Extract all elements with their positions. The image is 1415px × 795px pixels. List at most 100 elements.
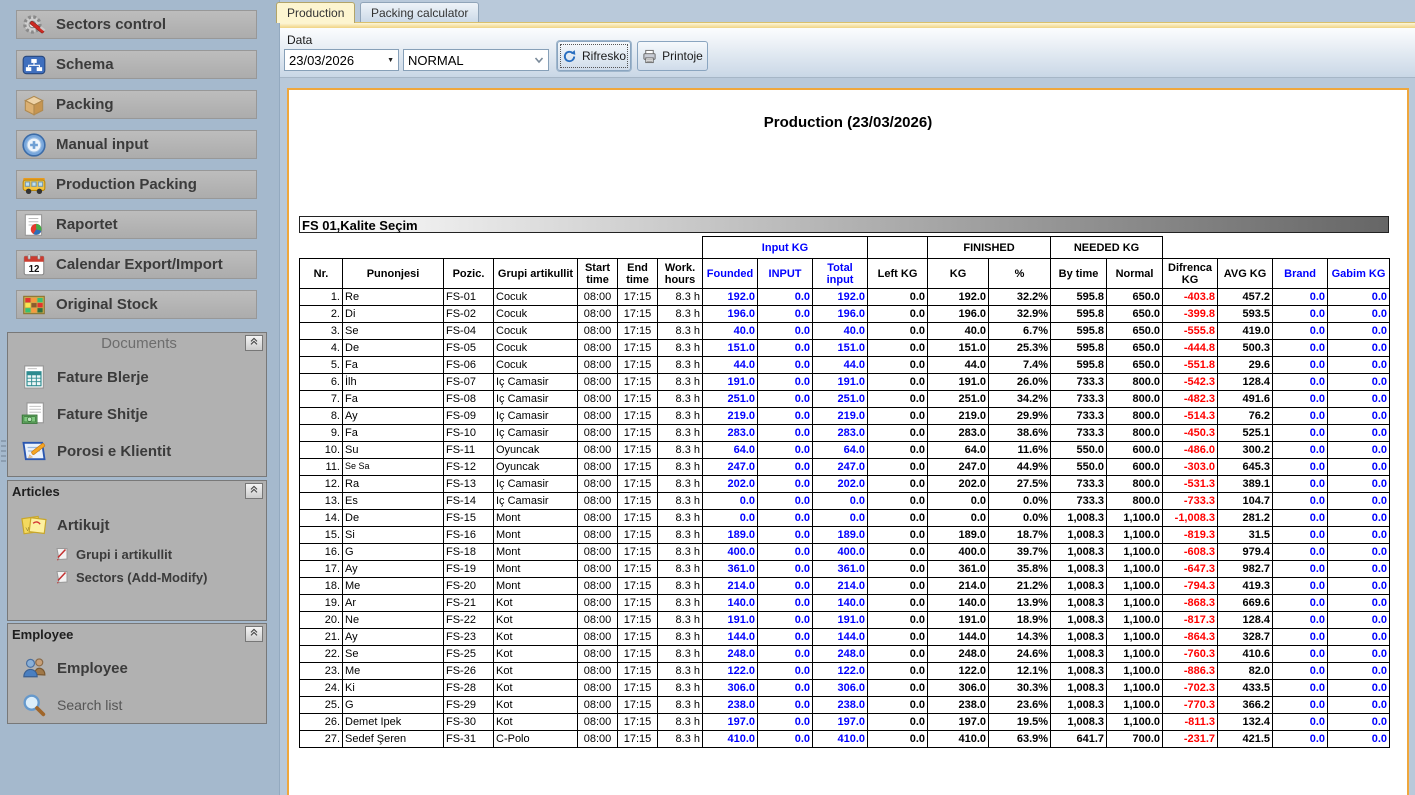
sidebar-item-search-list[interactable]: Search list — [20, 691, 266, 719]
column-header-work_hours: Work. hours — [658, 259, 703, 289]
cell-by_time: 595.8 — [1051, 323, 1107, 340]
cell-pozic: FS-01 — [444, 289, 494, 306]
cell-brand: 0.0 — [1273, 697, 1328, 714]
cell-kg: 140.0 — [928, 595, 989, 612]
sidebar-item-fature-blerje[interactable]: Fature Blerje — [20, 363, 266, 391]
order-notepad-icon — [20, 437, 48, 465]
cell-grupi_artikullit: Oyuncak — [494, 442, 578, 459]
sidebar-button-production-packing[interactable]: Production Packing — [16, 170, 257, 199]
date-picker[interactable]: 23/03/2026 ▼ — [284, 49, 399, 71]
sidebar-item-label: Fature Blerje — [57, 369, 149, 386]
cell-total_input: 191.0 — [813, 612, 868, 629]
collapse-section-button[interactable] — [245, 483, 263, 499]
sidebar-button-schema[interactable]: Schema — [16, 50, 257, 79]
cell-by_time: 550.0 — [1051, 442, 1107, 459]
cell-pct: 21.2% — [989, 578, 1051, 595]
cell-input: 0.0 — [758, 323, 813, 340]
cell-start_time: 08:00 — [578, 714, 618, 731]
cell-left_kg: 0.0 — [868, 459, 928, 476]
column-header-kg: KG — [928, 259, 989, 289]
cell-founded: 64.0 — [703, 442, 758, 459]
sidebar-item-artikujt[interactable]: VEZEArtikujt — [20, 511, 266, 539]
cell-pct: 32.9% — [989, 306, 1051, 323]
cell-normal: 1,100.0 — [1107, 629, 1163, 646]
section-header-documents: Documents — [8, 333, 266, 354]
cell-grupi_artikullit: Kot — [494, 595, 578, 612]
cell-end_time: 17:15 — [618, 595, 658, 612]
table-row: 8.AyFS-09Iç Camasir08:0017:158.3 h219.00… — [300, 408, 1390, 425]
cell-pozic: FS-08 — [444, 391, 494, 408]
cell-avg_kg: 421.5 — [1218, 731, 1273, 748]
cell-normal: 1,100.0 — [1107, 697, 1163, 714]
dropdown-arrow-icon[interactable]: ▼ — [387, 57, 394, 64]
cell-input: 0.0 — [758, 731, 813, 748]
cell-grupi_artikullit: Iç Camasir — [494, 425, 578, 442]
print-button[interactable]: Printoje — [637, 41, 708, 71]
cell-nr: 17. — [300, 561, 343, 578]
cell-input: 0.0 — [758, 289, 813, 306]
cell-pct: 6.7% — [989, 323, 1051, 340]
cell-input: 0.0 — [758, 595, 813, 612]
cell-input: 0.0 — [758, 612, 813, 629]
column-header-total_input: Total input — [813, 259, 868, 289]
sidebar-section-articles: Articles VEZEArtikujt Grupi i artikullit Se… — [7, 480, 267, 621]
cell-avg_kg: 525.1 — [1218, 425, 1273, 442]
package-icon — [21, 92, 47, 118]
cell-punonjesi: G — [343, 697, 444, 714]
refresh-button[interactable]: Rifresko — [557, 41, 631, 71]
tab-packing-calculator[interactable]: Packing calculator — [360, 2, 479, 22]
sidebar-item-grupi-i-artikullit[interactable]: Grupi i artikullit — [54, 546, 266, 562]
cell-pct: 0.0% — [989, 493, 1051, 510]
cell-pozic: FS-31 — [444, 731, 494, 748]
sidebar-button-original-stock[interactable]: Original Stock — [16, 290, 257, 319]
collapse-section-button[interactable] — [245, 335, 263, 351]
cell-kg: 248.0 — [928, 646, 989, 663]
section-title: Articles — [8, 481, 266, 499]
cell-by_time: 1,008.3 — [1051, 629, 1107, 646]
mode-select[interactable]: NORMAL — [403, 49, 549, 71]
tab-production[interactable]: Production — [276, 2, 355, 23]
sidebar-button-manual-input[interactable]: Manual input — [16, 130, 257, 159]
cell-gabim_kg: 0.0 — [1328, 289, 1390, 306]
cell-nr: 1. — [300, 289, 343, 306]
cell-pct: 32.2% — [989, 289, 1051, 306]
sidebar-item-fature-shitje[interactable]: Fature Shitje — [20, 400, 266, 428]
cell-start_time: 08:00 — [578, 612, 618, 629]
cell-left_kg: 0.0 — [868, 476, 928, 493]
splitter-grip[interactable] — [1, 440, 6, 464]
cell-input: 0.0 — [758, 493, 813, 510]
cell-work_hours: 8.3 h — [658, 408, 703, 425]
sidebar-button-calendar-export-import[interactable]: 12Calendar Export/Import — [16, 250, 257, 279]
sidebar-item-porosi-e-klientit[interactable]: Porosi e Klientit — [20, 437, 266, 465]
sidebar-item-sectors-add-modify[interactable]: Sectors (Add-Modify) — [54, 569, 266, 585]
sidebar-item-label: Fature Shitje — [57, 406, 148, 423]
cell-start_time: 08:00 — [578, 289, 618, 306]
chevron-double-up-icon — [248, 482, 260, 500]
cell-nr: 23. — [300, 663, 343, 680]
cell-kg: 202.0 — [928, 476, 989, 493]
sidebar-button-sectors-control[interactable]: Sectors control — [16, 10, 257, 39]
cell-punonjesi: Fa — [343, 391, 444, 408]
cell-punonjesi: İlh — [343, 374, 444, 391]
cell-start_time: 08:00 — [578, 425, 618, 442]
table-row: 1.ReFS-01Cocuk08:0017:158.3 h192.00.0192… — [300, 289, 1390, 306]
cell-difrenca_kg: -819.3 — [1163, 527, 1218, 544]
cell-difrenca_kg: -531.3 — [1163, 476, 1218, 493]
sidebar-item-employee[interactable]: Employee — [20, 654, 266, 682]
cell-start_time: 08:00 — [578, 493, 618, 510]
cell-brand: 0.0 — [1273, 459, 1328, 476]
cell-start_time: 08:00 — [578, 731, 618, 748]
cell-difrenca_kg: -450.3 — [1163, 425, 1218, 442]
chevron-down-icon[interactable] — [533, 54, 545, 66]
cell-total_input: 0.0 — [813, 493, 868, 510]
sidebar-button-raportet[interactable]: Raportet — [16, 210, 257, 239]
cell-kg: 219.0 — [928, 408, 989, 425]
column-header-input: INPUT — [758, 259, 813, 289]
collapse-section-button[interactable] — [245, 626, 263, 642]
cell-founded: 361.0 — [703, 561, 758, 578]
cell-left_kg: 0.0 — [868, 357, 928, 374]
cell-end_time: 17:15 — [618, 408, 658, 425]
cell-total_input: 197.0 — [813, 714, 868, 731]
section-title: Documents — [8, 333, 266, 352]
sidebar-button-packing[interactable]: Packing — [16, 90, 257, 119]
